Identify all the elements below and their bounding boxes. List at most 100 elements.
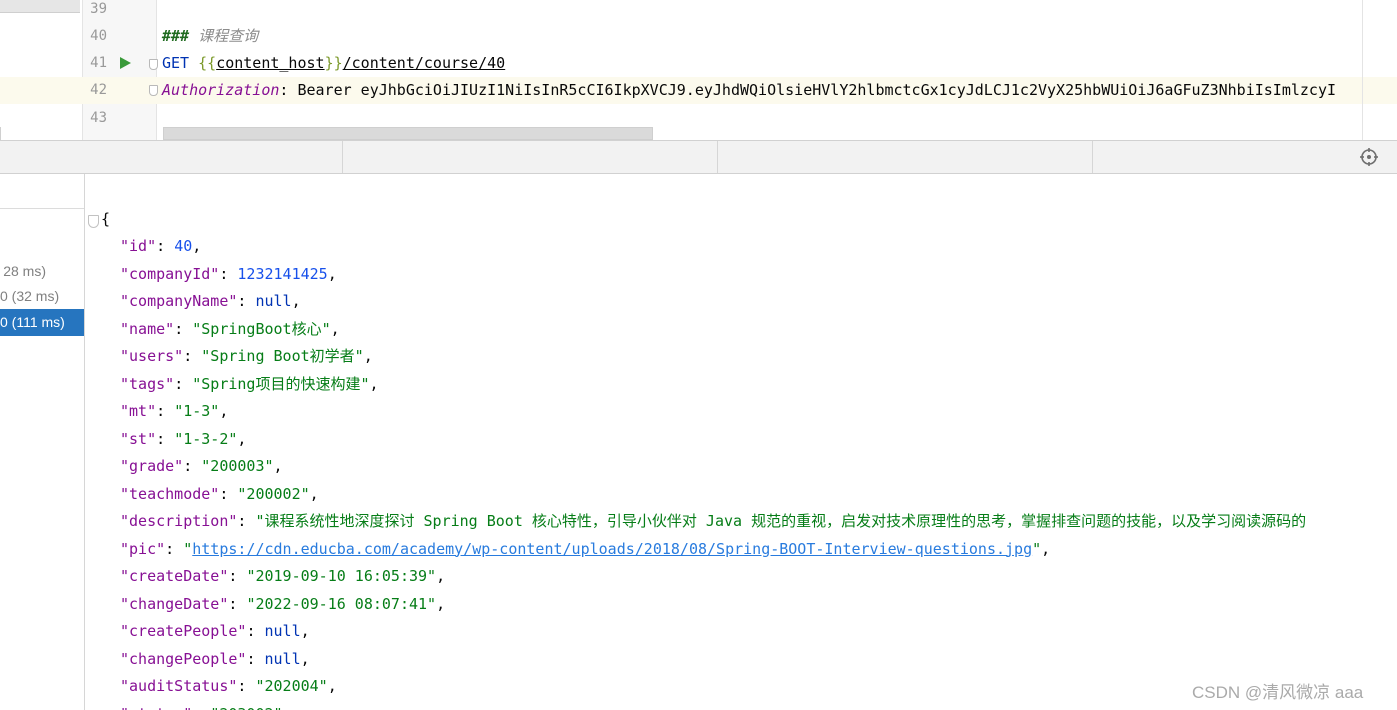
- http-method: GET: [162, 54, 190, 72]
- json-field-row: "changeDate": "2022-09-16 08:07:41",: [120, 591, 445, 618]
- json-comma: ,: [327, 677, 337, 695]
- json-colon: :: [219, 484, 238, 503]
- json-field-row: "st": "1-3-2",: [120, 426, 246, 453]
- json-quote: ": [183, 539, 193, 558]
- json-value: null: [255, 292, 292, 310]
- request-line[interactable]: GET {{content_host}}/content/course/40: [162, 50, 505, 77]
- json-colon: :: [183, 347, 202, 365]
- history-item[interactable]: 0 (32 ms): [0, 283, 84, 310]
- http-request-editor[interactable]: 39 40 ### 课程查询 41 GET {{content_host}}/c…: [0, 0, 1397, 140]
- json-colon: :: [246, 649, 265, 668]
- json-value: "202004": [255, 677, 328, 695]
- horizontal-scrollbar[interactable]: [163, 127, 653, 140]
- json-key: "name": [120, 319, 175, 338]
- json-field-row: "description": "课程系统性地深度探讨 Spring Boot 核…: [120, 508, 1306, 535]
- json-comma: ,: [309, 484, 319, 503]
- json-comma: ,: [1041, 539, 1051, 558]
- json-value: "Spring项目的快速构建": [192, 374, 370, 393]
- run-gutter-icon[interactable]: [120, 57, 131, 69]
- json-field-row: "pic": "https://cdn.educba.com/academy/w…: [120, 536, 1050, 563]
- json-key: "id": [120, 237, 157, 255]
- json-field-row: "users": "Spring Boot初学者",: [120, 343, 373, 370]
- toolbar-separator: [717, 141, 718, 173]
- header-value: Bearer eyJhbGciOiJIUzI1NiIsInR5cCI6IkpXV…: [297, 81, 1337, 99]
- request-path[interactable]: /content/course/40: [343, 54, 506, 72]
- json-field-row: "companyName": null,: [120, 288, 301, 315]
- line-number: 42: [90, 82, 107, 98]
- toolbar-separator: [342, 141, 343, 173]
- json-field-row: "createPeople": null,: [120, 618, 310, 645]
- json-comma: ,: [330, 319, 340, 338]
- json-comma: ,: [327, 264, 337, 283]
- json-comma: ,: [300, 649, 310, 668]
- json-colon: :: [237, 292, 256, 310]
- json-key: "createPeople": [120, 622, 247, 640]
- json-colon: :: [237, 512, 256, 530]
- json-quote: ": [1032, 539, 1042, 558]
- json-field-row: "companyId": 1232141425,: [120, 261, 337, 288]
- json-key: "createDate": [120, 567, 229, 585]
- json-value: null: [264, 649, 301, 668]
- header-name: Authorization: [162, 81, 280, 99]
- json-colon: :: [228, 567, 247, 585]
- json-value: "Spring Boot初学者": [201, 347, 364, 365]
- editor-line: 39: [0, 0, 1397, 23]
- json-key: "teachmode": [120, 484, 220, 503]
- json-key: "changeDate": [120, 594, 229, 613]
- host-variable[interactable]: content_host: [216, 54, 324, 72]
- template-brace-close: }}: [324, 54, 343, 72]
- json-field-row: "name": "SpringBoot核心",: [120, 316, 340, 343]
- line-number: 40: [90, 28, 107, 44]
- json-key: "users": [120, 347, 184, 365]
- editor-right-margin: [1362, 0, 1363, 140]
- json-comma: ,: [192, 237, 202, 255]
- request-comment[interactable]: ### 课程查询: [162, 23, 258, 50]
- json-key: "mt": [120, 402, 157, 420]
- json-value: "2022-09-16 08:07:41": [246, 594, 437, 613]
- crosshair-icon[interactable]: [1360, 148, 1378, 166]
- json-comma: ,: [436, 594, 446, 613]
- json-colon: :: [156, 237, 175, 255]
- history-item[interactable]: 28 ms): [0, 258, 84, 285]
- json-colon: :: [156, 429, 175, 448]
- services-toolbar: [0, 140, 1397, 174]
- fold-marker-icon[interactable]: [88, 215, 99, 228]
- json-key: "status": [120, 705, 192, 710]
- fold-marker-icon[interactable]: [149, 59, 158, 70]
- json-colon: :: [183, 457, 202, 475]
- json-value: 40: [174, 237, 193, 255]
- json-field-row: "mt": "1-3",: [120, 398, 228, 425]
- json-comma: ,: [291, 292, 301, 310]
- json-value: null: [264, 622, 301, 640]
- json-colon: :: [174, 319, 193, 338]
- json-comma: ,: [436, 567, 446, 585]
- json-key: "pic": [120, 539, 166, 558]
- json-comma: ,: [363, 347, 373, 365]
- json-value: 1232141425: [237, 264, 328, 283]
- json-comma: ,: [273, 457, 283, 475]
- json-field-row: "changePeople": null,: [120, 646, 310, 673]
- json-field-row: "auditStatus": "202004",: [120, 673, 337, 700]
- json-value: "200002": [237, 484, 310, 503]
- line-number: 43: [90, 110, 107, 126]
- json-colon: :: [156, 402, 175, 420]
- fold-marker-icon[interactable]: [149, 85, 158, 96]
- response-viewer[interactable]: { "id": 40, "companyId": 1232141425, "comp…: [86, 175, 1397, 710]
- json-key: "changePeople": [120, 649, 247, 668]
- template-brace-open: {{: [198, 54, 217, 72]
- json-colon: :: [237, 677, 256, 695]
- watermark: CSDN @清风微凉 aaa: [1192, 683, 1364, 702]
- json-colon: :: [219, 264, 238, 283]
- json-link-value[interactable]: https://cdn.educba.com/academy/wp-conten…: [192, 540, 1032, 558]
- header-separator: :: [279, 81, 298, 99]
- json-colon: :: [246, 622, 265, 640]
- header-line[interactable]: Authorization: Bearer eyJhbGciOiJIUzI1Ni…: [162, 77, 1336, 104]
- json-colon: :: [228, 594, 247, 613]
- editor-line: 40 ### 课程查询: [0, 23, 1397, 50]
- json-value: "课程系统性地深度探讨 Spring Boot 核心特性，引导小伙伴对 Java…: [255, 512, 1307, 530]
- history-item-selected[interactable]: 0 (111 ms): [0, 309, 84, 336]
- json-field-row: "teachmode": "200002",: [120, 481, 319, 508]
- json-comma: ,: [369, 374, 379, 393]
- json-key: "companyId": [120, 264, 220, 283]
- json-comma: ,: [300, 622, 310, 640]
